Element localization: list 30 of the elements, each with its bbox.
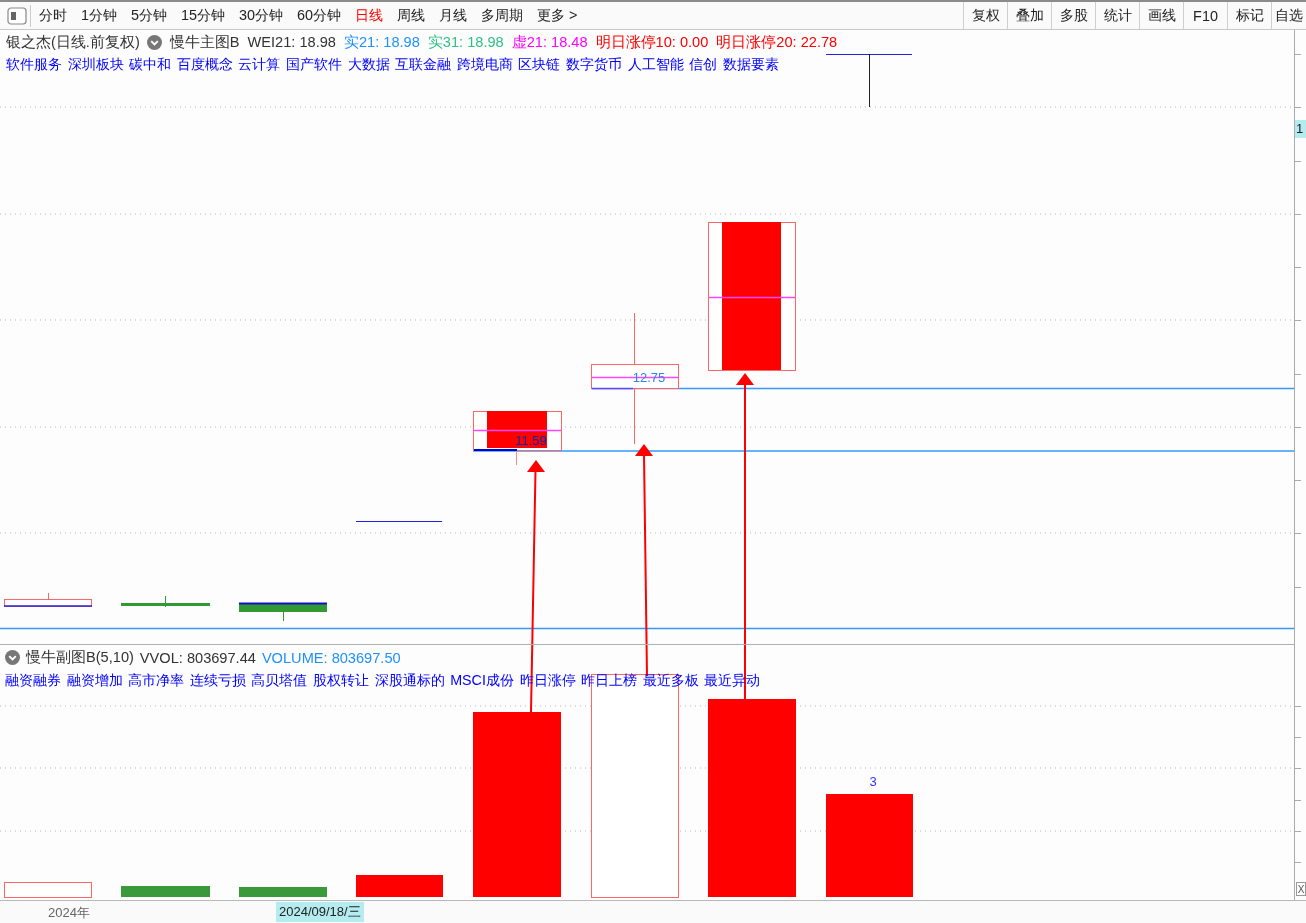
- indicator-reading: 明日涨停10: 0.00: [595, 32, 709, 52]
- indicator-name: 慢牛主图B: [169, 32, 240, 52]
- period-tab[interactable]: 5分钟: [124, 2, 175, 29]
- indicator-reading: 实21: 18.98: [343, 32, 420, 52]
- period-tab[interactable]: 更多 >: [530, 2, 585, 29]
- indicator-reading: VOLUME: 803697.50: [261, 649, 401, 666]
- axis-unit-label: X: [1296, 882, 1306, 896]
- period-tab[interactable]: 15分钟: [174, 2, 233, 29]
- indicator-reading: 虚21: 18.48: [511, 32, 588, 52]
- year-label: 2024年: [48, 904, 90, 922]
- period-tab[interactable]: 1分钟: [74, 2, 124, 29]
- chevron-down-icon[interactable]: [5, 650, 20, 665]
- period-tab[interactable]: 60分钟: [290, 2, 349, 29]
- sidebar-toggle-icon[interactable]: [7, 6, 27, 25]
- indicator-name: 慢牛副图B(5,10): [26, 648, 134, 667]
- period-tab[interactable]: 多周期: [474, 2, 531, 29]
- period-tab[interactable]: 分时: [32, 2, 74, 29]
- period-tab[interactable]: 30分钟: [232, 2, 291, 29]
- indicator-reading: VVOL: 803697.44: [139, 649, 256, 666]
- chevron-down-icon[interactable]: [146, 34, 162, 50]
- indicator-reading: 实31: 18.98: [427, 32, 504, 52]
- stock-title: 银之杰(日线.前复权): [6, 32, 140, 52]
- period-tab[interactable]: 月线: [432, 2, 475, 29]
- indicator-reading: WEI21: 18.98: [247, 34, 336, 50]
- period-tab[interactable]: 周线: [390, 2, 433, 29]
- indicator-reading: 明日涨停20: 22.78: [716, 32, 838, 52]
- tool-button[interactable]: 自选: [1271, 2, 1306, 29]
- price-axis-label: 1: [1295, 120, 1306, 138]
- period-tab[interactable]: 日线: [348, 2, 391, 29]
- cursor-date-label: 2024/09/18/三: [276, 902, 364, 922]
